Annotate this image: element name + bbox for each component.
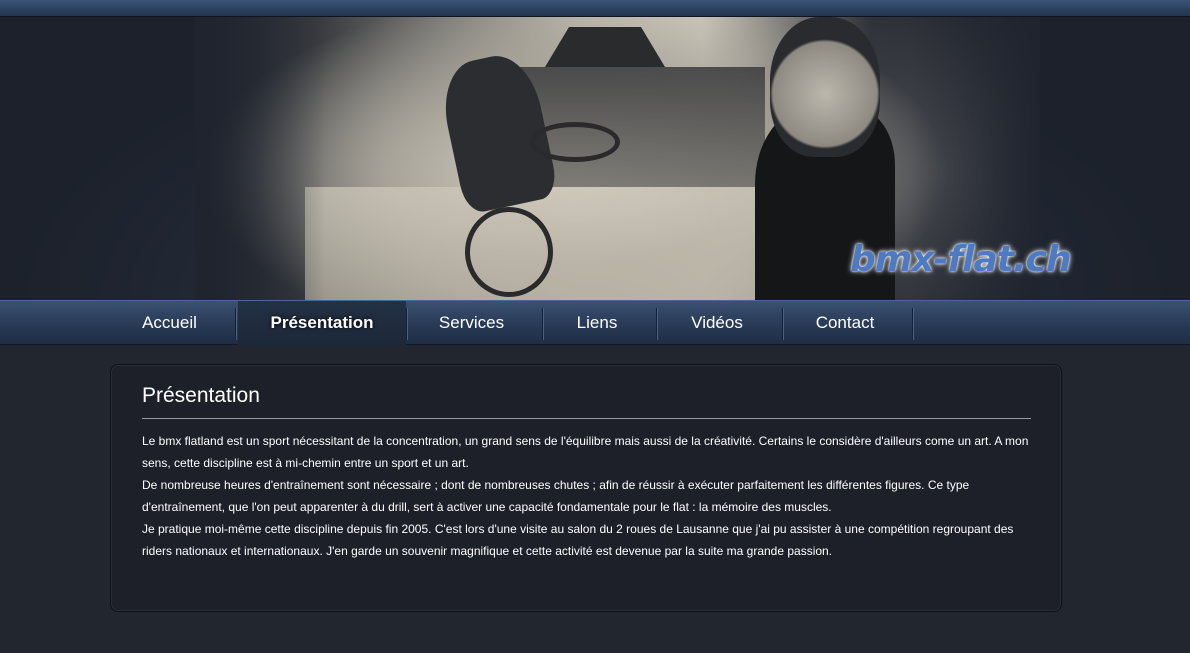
photo-bike-wheel — [465, 207, 553, 297]
paragraph: Je pratique moi-même cette discipline de… — [142, 522, 1014, 558]
nav-item-presentation[interactable]: Présentation — [238, 301, 406, 345]
photo-person-head — [770, 17, 880, 157]
content-text: Le bmx flatland est un sport nécessitant… — [142, 430, 1036, 562]
nav-divider — [406, 308, 407, 340]
nav-item-accueil[interactable]: Accueil — [118, 301, 221, 345]
header-banner: bmx-flat.ch — [0, 17, 1190, 300]
nav-divider — [656, 308, 657, 340]
nav-divider — [912, 308, 913, 340]
photo-bike-wheel — [530, 122, 620, 162]
photo-tent — [545, 27, 665, 67]
paragraph: De nombreuse heures d'entraînement sont … — [142, 478, 970, 514]
nav-item-liens[interactable]: Liens — [544, 301, 650, 345]
main-nav: Accueil Présentation Services Liens Vidé… — [0, 300, 1190, 345]
site-logo[interactable]: bmx-flat.ch — [850, 239, 1072, 280]
nav-divider — [235, 308, 236, 340]
nav-divider — [782, 308, 783, 340]
paragraph: Le bmx flatland est un sport nécessitant… — [142, 434, 1029, 470]
title-divider — [142, 418, 1031, 419]
top-strip — [0, 0, 1190, 17]
nav-item-videos[interactable]: Vidéos — [658, 301, 776, 345]
photo-fade — [195, 17, 325, 300]
nav-item-contact[interactable]: Contact — [784, 301, 906, 345]
page-title: Présentation — [142, 384, 260, 407]
nav-divider — [542, 308, 543, 340]
nav-item-services[interactable]: Services — [408, 301, 535, 345]
content-panel: Présentation Le bmx flatland est un spor… — [110, 364, 1062, 612]
